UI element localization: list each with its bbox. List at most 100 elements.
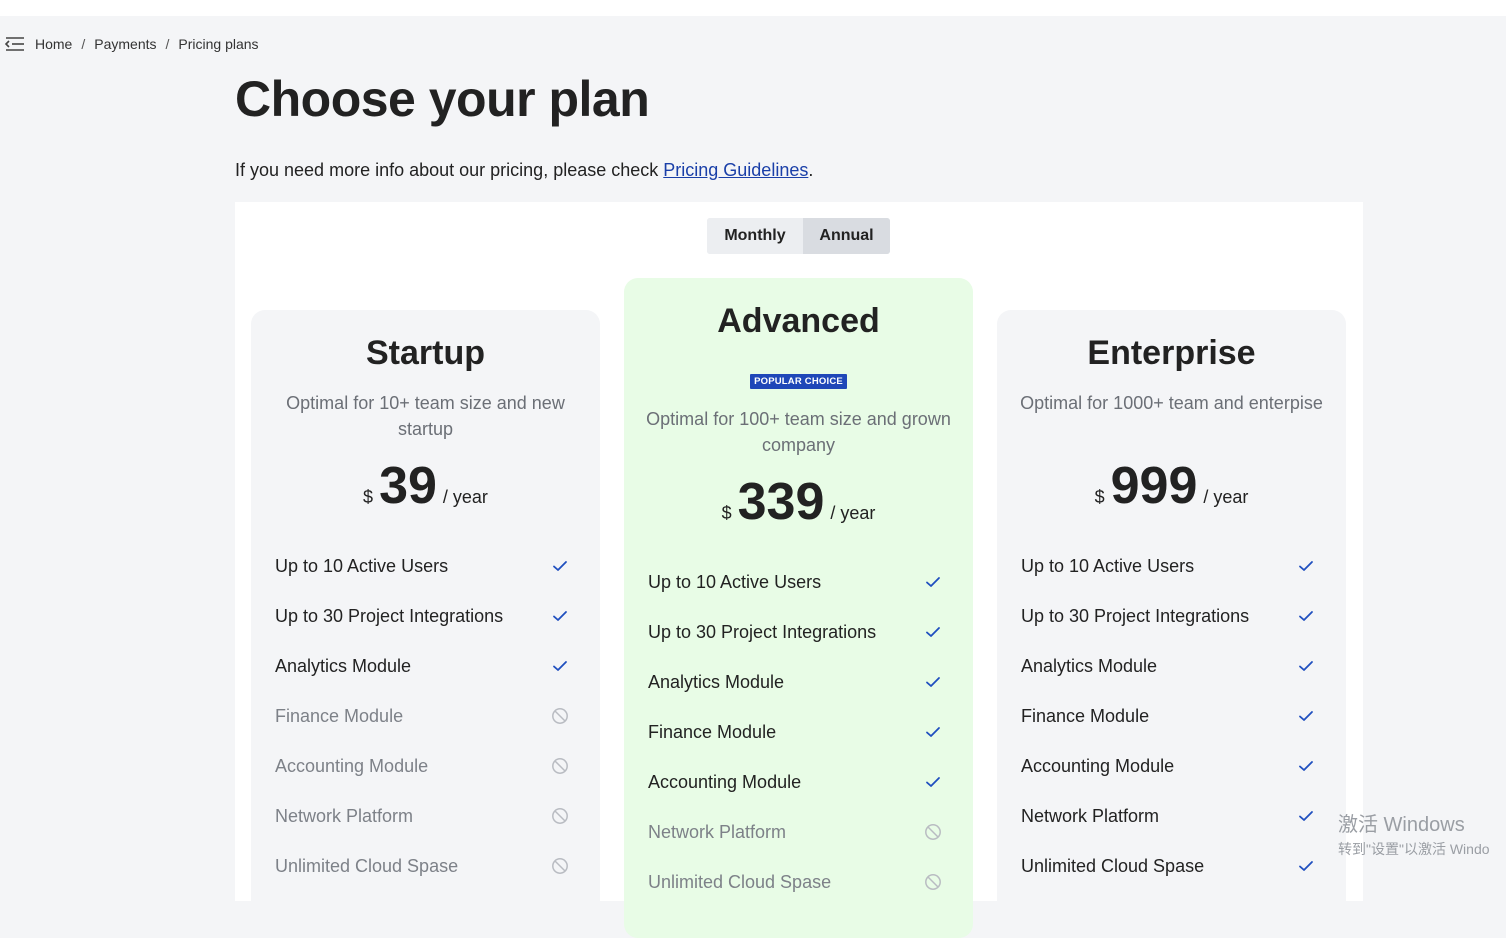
feature-label: Analytics Module: [275, 655, 412, 676]
breadcrumb-payments[interactable]: Payments: [94, 36, 156, 52]
billing-annual-button[interactable]: Annual: [803, 218, 890, 254]
plan-price: $ 999 / year: [997, 456, 1346, 516]
feature-item: Network Platform: [275, 791, 575, 841]
breadcrumb-pricing-plans: Pricing plans: [178, 36, 259, 52]
plan-price: $ 339 / year: [624, 472, 973, 532]
feature-label: Up to 10 Active Users: [648, 571, 822, 592]
feature-label: Finance Module: [275, 705, 404, 726]
price-currency: $: [363, 487, 374, 507]
check-icon: [1299, 611, 1313, 621]
feature-item: Accounting Module: [648, 757, 948, 807]
check-icon: [926, 727, 940, 737]
breadcrumb-separator: /: [81, 36, 86, 52]
check-icon: [553, 611, 567, 621]
feature-label: Network Platform: [648, 821, 787, 842]
sidebar-toggle-icon[interactable]: [4, 34, 26, 54]
feature-label: Up to 30 Project Integrations: [648, 621, 877, 642]
price-period: / year: [830, 503, 876, 523]
feature-item: Finance Module: [1021, 691, 1321, 741]
not-included-icon: [925, 874, 941, 890]
feature-label: Up to 10 Active Users: [1021, 555, 1195, 576]
popular-choice-badge: POPULAR CHOICE: [750, 374, 847, 389]
feature-item: Network Platform: [648, 807, 948, 857]
plan-description: Optimal for 10+ team size and new startu…: [286, 393, 565, 439]
feature-label: Unlimited Cloud Spase: [648, 871, 832, 892]
check-icon: [1299, 811, 1313, 821]
feature-label: Accounting Module: [275, 755, 429, 776]
plan-name: Enterprise: [1087, 334, 1256, 372]
feature-item: Up to 30 Project Integrations: [648, 607, 948, 657]
plan-card-startup: Startup Optimal for 10+ team size and ne…: [251, 310, 600, 930]
feature-item: Accounting Module: [275, 741, 575, 791]
feature-list: Up to 10 Active Users Up to 30 Project In…: [1021, 541, 1321, 891]
feature-item: Finance Module: [648, 707, 948, 757]
feature-item: Finance Module: [275, 691, 575, 741]
feature-item: Unlimited Cloud Spase: [275, 841, 575, 891]
intro-prefix: If you need more info about our pricing,…: [235, 160, 664, 180]
feature-item: Analytics Module: [1021, 641, 1321, 691]
feature-item: Accounting Module: [1021, 741, 1321, 791]
not-included-icon: [552, 708, 568, 724]
feature-label: Network Platform: [1021, 805, 1160, 826]
billing-toggle: Monthly Annual: [707, 218, 890, 254]
price-currency: $: [721, 503, 732, 523]
not-included-icon: [552, 808, 568, 824]
page-title: Choose your plan: [235, 71, 650, 127]
feature-item: Unlimited Cloud Spase: [1021, 841, 1321, 891]
feature-label: Finance Module: [648, 721, 777, 742]
check-icon: [1299, 861, 1313, 871]
feature-list: Up to 10 Active Users Up to 30 Project In…: [275, 541, 575, 891]
feature-label: Analytics Module: [1021, 655, 1158, 676]
feature-item: Up to 10 Active Users: [648, 557, 948, 607]
feature-label: Finance Module: [1021, 705, 1150, 726]
plan-price: $ 39 / year: [251, 456, 600, 516]
check-icon: [1299, 561, 1313, 571]
feature-label: Accounting Module: [1021, 755, 1175, 776]
check-icon: [1299, 711, 1313, 721]
feature-label: Accounting Module: [648, 771, 802, 792]
plan-card-advanced: Advanced POPULAR CHOICE Optimal for 100+…: [624, 278, 973, 938]
price-period: / year: [442, 487, 488, 507]
plan-description: Optimal for 100+ team size and grown com…: [646, 409, 951, 455]
breadcrumb: Home / Payments / Pricing plans: [4, 34, 259, 54]
price-amount: 339: [737, 473, 825, 531]
feature-item: Up to 30 Project Integrations: [275, 591, 575, 641]
feature-label: Up to 30 Project Integrations: [275, 605, 504, 626]
plan-description: Optimal for 1000+ team and enterpise: [1020, 393, 1323, 413]
breadcrumb-home[interactable]: Home: [35, 36, 72, 52]
intro-suffix: .: [808, 160, 814, 180]
check-icon: [926, 777, 940, 787]
not-included-icon: [552, 758, 568, 774]
pricing-guidelines-link[interactable]: Pricing Guidelines: [663, 160, 808, 180]
price-period: / year: [1203, 487, 1249, 507]
top-bar: [0, 0, 1506, 16]
not-included-icon: [925, 824, 941, 840]
feature-item: Up to 10 Active Users: [1021, 541, 1321, 591]
check-icon: [1299, 661, 1313, 671]
plan-name: Startup: [366, 334, 485, 372]
plan-name: Advanced: [717, 302, 880, 340]
feature-label: Up to 30 Project Integrations: [1021, 605, 1250, 626]
feature-item: Unlimited Cloud Spase: [648, 857, 948, 907]
feature-item: Analytics Module: [275, 641, 575, 691]
check-icon: [1299, 761, 1313, 771]
price-currency: $: [1094, 487, 1105, 507]
feature-label: Up to 10 Active Users: [275, 555, 449, 576]
billing-monthly-button[interactable]: Monthly: [707, 218, 803, 254]
feature-list: Up to 10 Active Users Up to 30 Project In…: [648, 557, 948, 907]
check-icon: [553, 661, 567, 671]
feature-label: Analytics Module: [648, 671, 785, 692]
feature-label: Unlimited Cloud Spase: [1021, 855, 1205, 876]
feature-item: Up to 10 Active Users: [275, 541, 575, 591]
price-amount: 39: [379, 457, 437, 515]
plan-card-enterprise: Enterprise Optimal for 1000+ team and en…: [997, 310, 1346, 930]
price-amount: 999: [1110, 457, 1198, 515]
feature-item: Up to 30 Project Integrations: [1021, 591, 1321, 641]
feature-item: Analytics Module: [648, 657, 948, 707]
breadcrumb-separator: /: [165, 36, 170, 52]
check-icon: [926, 627, 940, 637]
check-icon: [926, 577, 940, 587]
feature-label: Network Platform: [275, 805, 414, 826]
check-icon: [926, 677, 940, 687]
feature-item: Network Platform: [1021, 791, 1321, 841]
